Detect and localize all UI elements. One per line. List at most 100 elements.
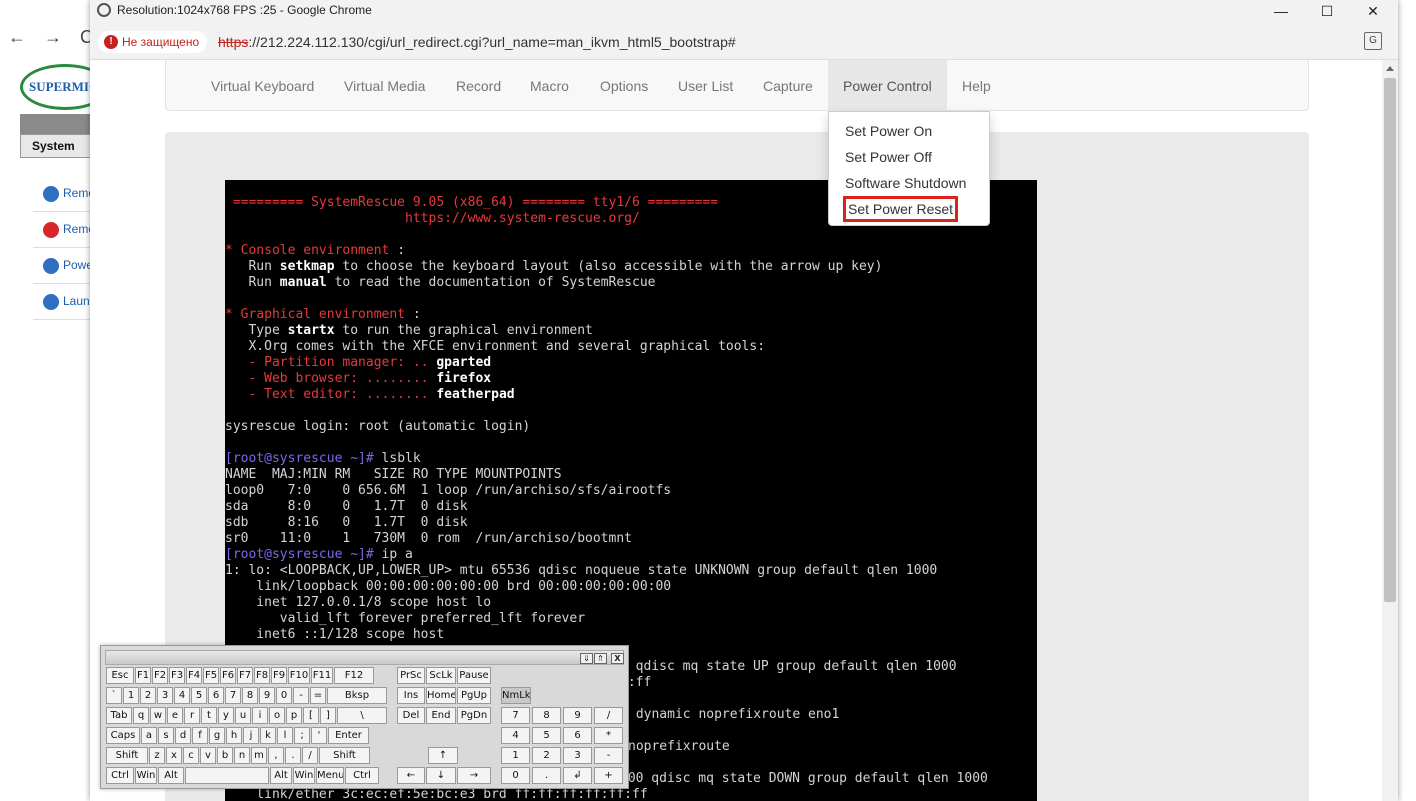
key[interactable]: ↑ — [428, 747, 458, 764]
key[interactable]: - — [293, 687, 309, 704]
key[interactable]: ' — [311, 727, 327, 744]
key[interactable]: . — [532, 767, 561, 784]
minimize-icon[interactable]: — — [1258, 0, 1304, 22]
key[interactable]: w — [150, 707, 166, 724]
key[interactable]: Ctrl — [106, 767, 134, 784]
key[interactable]: 3 — [157, 687, 173, 704]
key[interactable]: a — [141, 727, 157, 744]
key[interactable]: + — [594, 767, 623, 784]
key[interactable]: ↲ — [563, 767, 592, 784]
key[interactable]: r — [184, 707, 200, 724]
key[interactable]: Ctrl — [345, 767, 379, 784]
key[interactable]: F6 — [220, 667, 236, 684]
key[interactable]: 5 — [532, 727, 561, 744]
translate-icon[interactable]: G — [1364, 32, 1382, 50]
menu-virtual-keyboard[interactable]: Virtual Keyboard — [196, 60, 329, 110]
key[interactable]: 7 — [225, 687, 241, 704]
key[interactable]: m — [251, 747, 267, 764]
key[interactable]: Pause — [457, 667, 491, 684]
key[interactable]: 8 — [242, 687, 258, 704]
key[interactable]: 6 — [208, 687, 224, 704]
key[interactable]: F3 — [169, 667, 185, 684]
key[interactable]: d — [175, 727, 191, 744]
key[interactable]: F7 — [237, 667, 253, 684]
key[interactable]: c — [183, 747, 199, 764]
key[interactable]: 1 — [123, 687, 139, 704]
key[interactable]: F8 — [254, 667, 270, 684]
key[interactable]: t — [201, 707, 217, 724]
key[interactable]: l — [277, 727, 293, 744]
key[interactable]: j — [243, 727, 259, 744]
key[interactable]: 9 — [259, 687, 275, 704]
vertical-scrollbar[interactable] — [1382, 60, 1398, 801]
key[interactable]: z — [149, 747, 165, 764]
key[interactable]: Menu — [316, 767, 344, 784]
key[interactable]: Ins — [397, 687, 425, 704]
key[interactable]: 1 — [501, 747, 530, 764]
key[interactable]: 2 — [532, 747, 561, 764]
key[interactable]: → — [457, 767, 491, 784]
key[interactable]: 8 — [532, 707, 561, 724]
menu-options[interactable]: Options — [585, 60, 663, 110]
key[interactable]: x — [166, 747, 182, 764]
menu-user-list[interactable]: User List — [663, 60, 748, 110]
key[interactable]: PgUp — [457, 687, 491, 704]
key[interactable]: Del — [397, 707, 425, 724]
menu-virtual-media[interactable]: Virtual Media — [329, 60, 440, 110]
key[interactable]: PgDn — [457, 707, 491, 724]
keyboard-up-icon[interactable]: ⇑ — [594, 653, 607, 664]
key[interactable]: f — [192, 727, 208, 744]
key[interactable]: - — [594, 747, 623, 764]
key[interactable] — [185, 767, 269, 784]
key[interactable]: p — [286, 707, 302, 724]
key[interactable]: \ — [337, 707, 387, 724]
keyboard-titlebar[interactable]: ⇓ ⇑ X — [105, 650, 624, 665]
key[interactable]: [ — [303, 707, 319, 724]
key[interactable]: 7 — [501, 707, 530, 724]
key[interactable]: ScLk — [426, 667, 456, 684]
scroll-up-icon[interactable] — [1386, 66, 1394, 71]
key[interactable]: Alt — [158, 767, 184, 784]
key[interactable]: F4 — [186, 667, 202, 684]
back-arrow-icon[interactable]: ← — [8, 27, 26, 48]
key[interactable]: 4 — [174, 687, 190, 704]
key[interactable]: h — [226, 727, 242, 744]
key[interactable]: * — [594, 727, 623, 744]
forward-arrow-icon[interactable]: → — [44, 27, 62, 48]
software-shutdown-item[interactable]: Software Shutdown — [845, 175, 966, 191]
key[interactable]: , — [268, 747, 284, 764]
key[interactable]: Win — [135, 767, 157, 784]
key[interactable]: 6 — [563, 727, 592, 744]
key[interactable]: Bksp — [327, 687, 387, 704]
key[interactable]: 0 — [501, 767, 530, 784]
key[interactable]: Shift — [106, 747, 148, 764]
key[interactable]: Home — [426, 687, 456, 704]
numlock-key[interactable]: NmLk — [501, 687, 531, 704]
system-tab[interactable]: System — [20, 134, 100, 158]
key[interactable]: 0 — [276, 687, 292, 704]
key[interactable]: F2 — [152, 667, 168, 684]
address-bar[interactable]: ! Не защищено https://212.224.112.130/cgi… — [90, 22, 1398, 60]
key[interactable]: ; — [294, 727, 310, 744]
window-titlebar[interactable]: Resolution:1024x768 FPS :25 - Google Chr… — [90, 0, 1398, 22]
url-text[interactable]: https://212.224.112.130/cgi/url_redirect… — [218, 34, 736, 50]
key[interactable]: F5 — [203, 667, 219, 684]
key[interactable]: s — [158, 727, 174, 744]
key[interactable]: 5 — [191, 687, 207, 704]
key[interactable]: b — [217, 747, 233, 764]
menu-help[interactable]: Help — [947, 60, 1006, 110]
key[interactable]: F12 — [334, 667, 374, 684]
key[interactable]: Esc — [106, 667, 134, 684]
key[interactable]: F10 — [288, 667, 310, 684]
keyboard-down-icon[interactable]: ⇓ — [580, 653, 593, 664]
keyboard-close-icon[interactable]: X — [611, 653, 624, 664]
key[interactable]: F1 — [135, 667, 151, 684]
key[interactable]: F9 — [271, 667, 287, 684]
key[interactable]: Shift — [319, 747, 370, 764]
key[interactable]: 9 — [563, 707, 592, 724]
key[interactable]: 3 — [563, 747, 592, 764]
key[interactable]: ↓ — [426, 767, 456, 784]
key[interactable]: Alt — [270, 767, 292, 784]
security-badge[interactable]: ! Не защищено — [98, 31, 208, 53]
set-power-reset-item[interactable]: Set Power Reset — [842, 196, 959, 222]
